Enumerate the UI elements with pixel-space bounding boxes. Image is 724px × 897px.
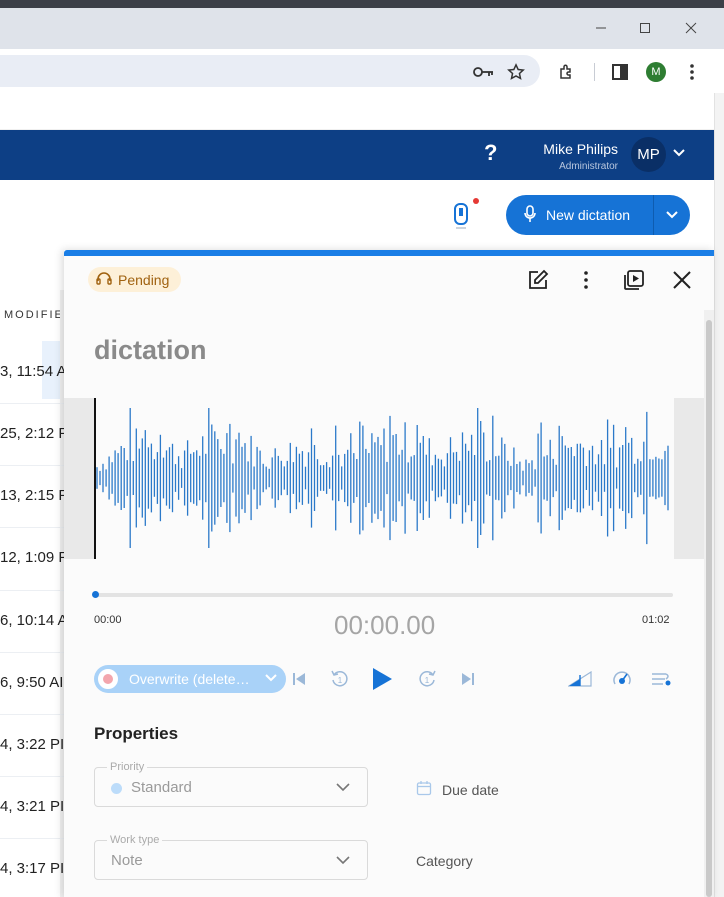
row-divider [0,838,64,839]
waveform-container [64,398,704,559]
notification-dot [473,198,479,204]
avatar-initials: MP [637,146,660,163]
table-row-modified-cell[interactable]: 6, 10:14 A [0,612,68,629]
filter-settings-icon[interactable] [649,666,675,692]
volume-icon[interactable] [567,666,593,692]
playhead-cursor[interactable] [94,398,96,559]
profile-avatar[interactable]: M [646,62,666,82]
new-dictation-dropdown[interactable] [654,195,690,235]
recorder-device-icon[interactable] [452,203,472,229]
user-avatar[interactable]: MP [631,137,666,172]
new-dictation-button-group: New dictation [506,195,690,235]
svg-text:1: 1 [338,676,343,685]
due-date-field[interactable]: Due date [416,780,499,799]
work-type-value: Note [111,852,143,869]
calendar-icon [416,780,432,799]
table-row-modified-cell[interactable]: 13, 2:15 F [0,487,68,504]
panel-scrollbar[interactable] [704,310,714,897]
key-icon[interactable] [472,60,496,84]
time-end: 01:02 [642,614,670,626]
time-start: 00:00 [94,614,122,626]
extensions-icon[interactable] [555,60,579,84]
row-divider [0,465,64,466]
record-icon[interactable] [96,667,120,691]
maximize-icon[interactable] [633,16,657,40]
row-divider [0,776,64,777]
dictation-title[interactable]: dictation [94,335,207,366]
properties-heading: Properties [94,724,179,743]
close-icon[interactable] [679,16,703,40]
new-dictation-button[interactable]: New dictation [506,195,654,235]
new-dictation-label: New dictation [546,207,631,223]
column-header-modified[interactable]: MODIFIE [4,309,64,321]
page-top-area [0,93,724,130]
skip-to-start-icon[interactable] [286,666,312,692]
playback-progress-track[interactable] [94,593,673,597]
svg-text:1: 1 [425,676,430,685]
window-top-border [0,0,724,8]
record-mode-label: Overwrite (delete… [129,671,250,687]
table-row-modified-cell[interactable]: 6, 9:50 AI [0,674,63,691]
more-options-icon[interactable] [574,268,598,292]
chevron-down-icon [666,211,678,219]
current-time: 00:00.00 [334,610,436,640]
app-header: ? Mike Philips Administrator MP [0,130,714,180]
panel-scrollbar-thumb[interactable] [706,320,712,897]
menu-dots-icon[interactable] [680,60,704,84]
waveform-bars [96,408,669,548]
dictation-panel: Pending dictation 00:00 00:00.00 01:02 O… [64,250,714,897]
page-scrollbar[interactable] [714,93,724,897]
row-divider [0,527,64,528]
help-button[interactable]: ? [484,140,497,166]
table-row-modified-cell[interactable]: 3, 11:54 A [0,363,66,380]
table-row-modified-cell[interactable]: 12, 1:09 F [0,549,68,566]
skip-to-end-icon[interactable] [455,666,481,692]
user-role: Administrator [559,161,618,172]
chevron-down-icon [264,671,278,690]
status-badge: Pending [88,267,182,292]
minimize-icon[interactable] [589,16,613,40]
play-icon[interactable] [369,666,395,692]
work-type-label: Work type [107,834,163,846]
playback-progress-handle[interactable] [92,591,99,598]
headphones-icon [96,271,112,288]
microphone-icon [524,204,536,226]
address-bar[interactable] [0,55,540,87]
status-label: Pending [118,271,170,288]
category-field[interactable]: Category [416,853,473,869]
table-row-modified-cell[interactable]: 4, 3:17 PI [0,860,64,877]
priority-label: Priority [107,761,148,773]
edit-icon[interactable] [526,268,550,292]
priority-select[interactable]: Priority Standard [94,761,368,807]
priority-color-dot [111,783,122,794]
speed-icon[interactable] [609,666,635,692]
table-row-modified-cell[interactable]: 4, 3:21 PI [0,798,64,815]
table-row-modified-cell[interactable]: 4, 3:22 PI [0,736,64,753]
waveform[interactable] [94,398,674,559]
fast-forward-icon[interactable]: 1 [414,666,440,692]
user-name: Mike Philips [543,141,618,157]
profile-initial: M [651,66,661,78]
chevron-down-icon[interactable] [672,146,686,165]
close-panel-icon[interactable] [670,268,694,292]
priority-value: Standard [131,779,192,796]
chevron-down-icon [335,779,351,800]
star-icon[interactable] [504,60,528,84]
row-divider [0,652,64,653]
popout-player-icon[interactable] [622,268,646,292]
work-type-select[interactable]: Work type Note [94,834,368,880]
chevron-down-icon [335,852,351,873]
due-date-label: Due date [442,781,499,798]
record-mode-selector[interactable]: Overwrite (delete… [94,665,286,693]
table-row-modified-cell[interactable]: 25, 2:12 F [0,425,68,442]
row-divider [0,590,64,591]
rewind-icon[interactable]: 1 [327,666,353,692]
row-divider [0,403,64,404]
toolbar-divider [594,63,595,81]
row-divider [0,714,64,715]
side-panel-icon[interactable] [608,60,632,84]
panel-accent-bar [64,250,714,256]
